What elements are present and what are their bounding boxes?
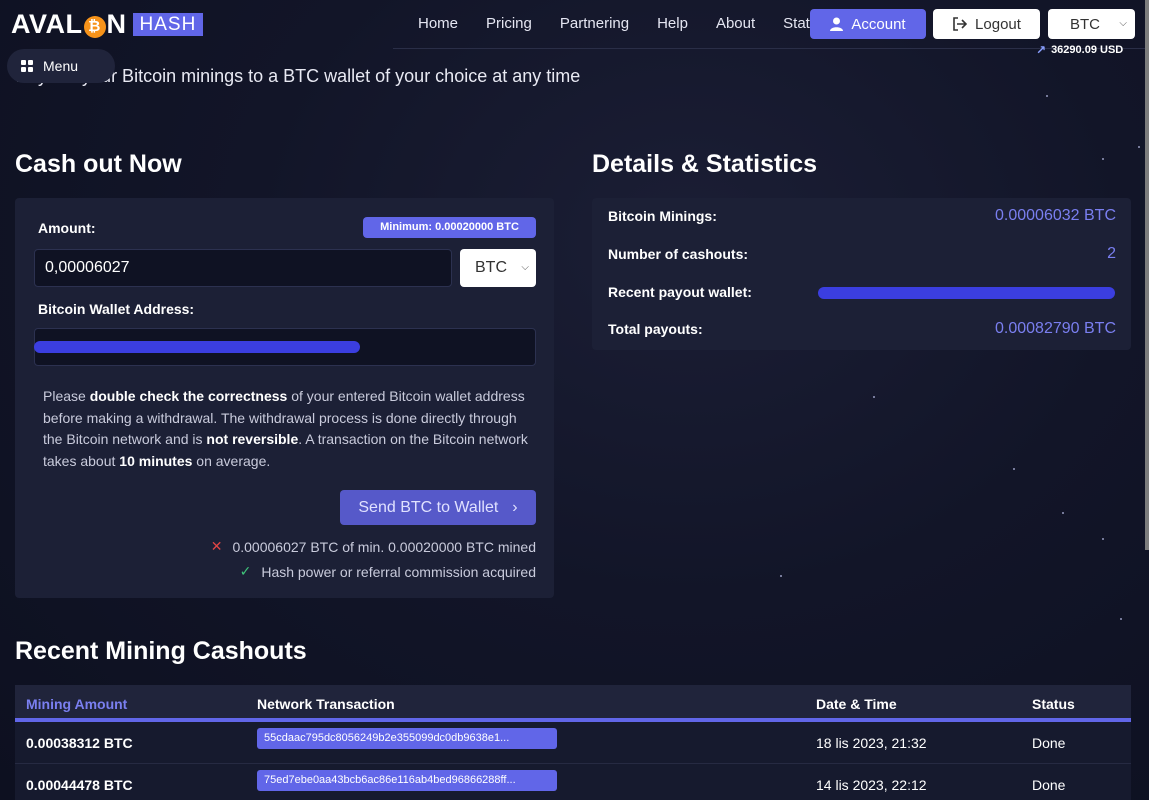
btc-price-value: 36290.09 USD bbox=[1051, 44, 1124, 56]
currency-select[interactable]: BTC ⌵ bbox=[1048, 9, 1135, 39]
logo-text: AVAL ₿ N bbox=[11, 9, 127, 39]
cross-icon: ✕ bbox=[210, 538, 223, 554]
trend-up-icon: ↗ bbox=[1036, 43, 1047, 57]
stat-bitcoin-minings: Bitcoin Minings: 0.00006032 BTC bbox=[608, 207, 1116, 224]
row-date: 18 lis 2023, 21:32 bbox=[816, 735, 927, 751]
amount-unit-value: BTC bbox=[475, 259, 507, 276]
col-network-transaction: Network Transaction bbox=[257, 696, 395, 712]
account-label: Account bbox=[851, 15, 906, 33]
row-amount: 0.00044478 BTC bbox=[26, 777, 133, 793]
chevron-down-icon: ⌵ bbox=[1119, 18, 1127, 29]
send-label: Send BTC to Wallet bbox=[358, 498, 499, 516]
table-header: Mining Amount Network Transaction Date &… bbox=[15, 685, 1131, 722]
row-status: Done bbox=[1032, 735, 1066, 751]
grid-icon bbox=[21, 60, 33, 72]
nav-pricing[interactable]: Pricing bbox=[472, 15, 546, 32]
row-date: 14 lis 2023, 22:12 bbox=[816, 777, 927, 793]
menu-button[interactable]: Menu bbox=[7, 49, 115, 83]
transaction-link[interactable]: 55cdaac795dc8056249b2e355099dc0db9638e1.… bbox=[257, 728, 557, 749]
col-status: Status bbox=[1032, 696, 1075, 712]
logout-icon bbox=[953, 17, 968, 31]
amount-unit-select[interactable]: BTC ⌵ bbox=[460, 249, 536, 287]
stat-total-payouts: Total payouts: 0.00082790 BTC bbox=[608, 320, 1116, 337]
col-mining-amount[interactable]: Mining Amount bbox=[26, 696, 127, 712]
row-amount: 0.00038312 BTC bbox=[26, 735, 133, 751]
main-nav: Home Pricing Partnering Help About Stats bbox=[404, 15, 831, 32]
transaction-link[interactable]: 75ed7ebe0aa43bcb6ac86e116ab4bed96866288f… bbox=[257, 770, 557, 791]
chevron-down-icon: ⌵ bbox=[521, 262, 529, 273]
col-date-time: Date & Time bbox=[816, 696, 897, 712]
requirement-min-mined: ✕ 0.00006027 BTC of min. 0.00020000 BTC … bbox=[211, 538, 536, 555]
nav-partnering[interactable]: Partnering bbox=[546, 15, 643, 32]
requirement-min-text: 0.00006027 BTC of min. 0.00020000 BTC mi… bbox=[232, 538, 536, 555]
send-btc-button[interactable]: Send BTC to Wallet › bbox=[340, 490, 536, 525]
cashouts-table: Mining Amount Network Transaction Date &… bbox=[15, 685, 1131, 800]
chevron-right-icon: › bbox=[512, 498, 518, 516]
redaction-mark bbox=[818, 287, 1115, 299]
logo-hash-badge: HASH bbox=[132, 13, 204, 36]
amount-input[interactable]: 0,00006027 bbox=[34, 249, 452, 287]
redaction-mark bbox=[34, 341, 360, 353]
row-status: Done bbox=[1032, 777, 1066, 793]
bitcoin-coin-icon: ₿ bbox=[83, 16, 106, 38]
requirement-hash-power: ✓ Hash power or referral commission acqu… bbox=[240, 563, 536, 580]
cashouts-title: Recent Mining Cashouts bbox=[15, 637, 307, 665]
logo[interactable]: AVAL ₿ N HASH bbox=[11, 9, 204, 40]
nav-about[interactable]: About bbox=[702, 15, 769, 32]
amount-value: 0,00006027 bbox=[45, 259, 130, 276]
requirement-hash-text: Hash power or referral commission acquir… bbox=[261, 563, 536, 580]
logout-button[interactable]: Logout bbox=[933, 9, 1040, 39]
check-icon: ✓ bbox=[239, 563, 252, 579]
btc-price-ticker: ↗ 36290.09 USD bbox=[1036, 43, 1123, 57]
cashout-title: Cash out Now bbox=[15, 150, 182, 178]
logout-label: Logout bbox=[975, 15, 1021, 33]
nav-help[interactable]: Help bbox=[643, 15, 702, 32]
currency-value: BTC bbox=[1070, 15, 1100, 33]
table-row: 0.00044478 BTC 75ed7ebe0aa43bcb6ac86e116… bbox=[15, 764, 1131, 800]
account-button[interactable]: Account bbox=[810, 9, 926, 39]
nav-home[interactable]: Home bbox=[404, 15, 472, 32]
stats-title: Details & Statistics bbox=[592, 150, 818, 178]
withdrawal-notice: Please double check the correctness of y… bbox=[43, 388, 528, 469]
menu-label: Menu bbox=[43, 58, 79, 74]
wallet-label: Bitcoin Wallet Address: bbox=[38, 301, 195, 317]
minimum-badge: Minimum: 0.00020000 BTC bbox=[363, 217, 536, 238]
table-row: 0.00038312 BTC 55cdaac795dc8056249b2e355… bbox=[15, 722, 1131, 764]
page-scrollbar[interactable] bbox=[1145, 0, 1149, 550]
stat-number-of-cashouts: Number of cashouts: 2 bbox=[608, 245, 1116, 262]
amount-label: Amount: bbox=[38, 220, 96, 236]
user-icon bbox=[830, 17, 844, 31]
